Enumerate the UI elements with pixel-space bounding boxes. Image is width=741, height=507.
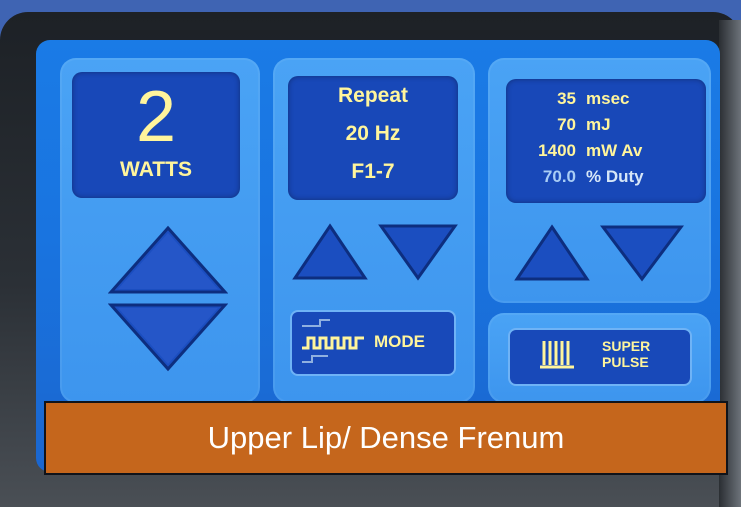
- mode-button[interactable]: MODE: [290, 310, 456, 376]
- arrow-up-icon: [514, 224, 590, 281]
- stat-label: msec: [586, 89, 630, 108]
- stat-label: % Duty: [586, 167, 644, 186]
- repeat-down-button[interactable]: [378, 223, 458, 281]
- stat-row: 1400 mW Av: [506, 141, 642, 161]
- pulse-wave-icon: [302, 319, 364, 363]
- power-display: 2 WATTS: [72, 72, 240, 198]
- stat-value: 70: [557, 115, 576, 134]
- pulse-stats-display: 35 msec 70 mJ 1400 mW Av 70.0 % Duty: [506, 79, 706, 203]
- repeat-up-button[interactable]: [292, 223, 368, 281]
- power-value: 2: [135, 77, 177, 157]
- stat-value: 35: [557, 89, 576, 108]
- stat-row: 35 msec: [506, 89, 629, 109]
- repeat-preset: F1-7: [351, 160, 395, 183]
- arrow-up-icon: [108, 225, 228, 294]
- super-pulse-icon: [540, 341, 574, 369]
- power-up-button[interactable]: [108, 225, 228, 295]
- super-pulse-button[interactable]: SUPER PULSE: [508, 328, 692, 386]
- arrow-down-icon: [600, 225, 684, 282]
- super-pulse-label-line2: PULSE: [602, 354, 649, 370]
- arrow-down-icon: [108, 303, 228, 372]
- procedure-caption: Upper Lip/ Dense Frenum: [44, 401, 728, 475]
- power-down-button[interactable]: [108, 302, 228, 372]
- stat-label: mW Av: [586, 141, 643, 160]
- stat-label: mJ: [586, 115, 611, 134]
- pulse-up-button[interactable]: [514, 224, 590, 282]
- power-unit: WATTS: [120, 158, 192, 181]
- stat-value: 70.0: [542, 167, 576, 186]
- repeat-display: Repeat 20 Hz F1-7: [288, 76, 458, 200]
- repeat-frequency: 20 Hz: [345, 122, 401, 145]
- pulse-down-button[interactable]: [600, 224, 684, 282]
- repeat-mode: Repeat: [337, 84, 409, 107]
- stat-row: 70 mJ: [506, 115, 611, 135]
- super-pulse-label: SUPER PULSE: [602, 338, 650, 370]
- arrow-down-icon: [378, 224, 458, 281]
- stat-value: 1400: [538, 141, 576, 160]
- stat-row: 70.0 % Duty: [506, 167, 644, 187]
- super-pulse-label-line1: SUPER: [602, 338, 651, 354]
- mode-label: MODE: [374, 332, 425, 351]
- arrow-up-icon: [292, 223, 368, 280]
